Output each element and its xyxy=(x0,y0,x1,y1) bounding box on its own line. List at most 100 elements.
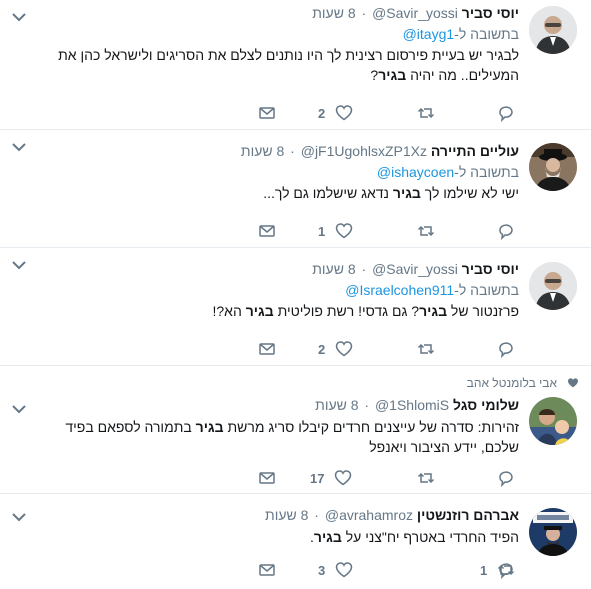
heart-icon xyxy=(335,341,353,357)
reply-mention-link[interactable]: @itayg1 xyxy=(403,26,455,42)
heart-icon xyxy=(335,470,352,486)
like-count: 3 xyxy=(318,562,326,578)
tweet-feed: יוסי סביר @Savir_yossi · 8 שעות בתשובה ל… xyxy=(0,0,591,589)
tweet-header: יוסי סביר @Savir_yossi · 8 שעות xyxy=(312,261,519,277)
tweet[interactable]: אבי בלומנטל אהב שלומי סגל @1ShlomiS · 8 … xyxy=(0,366,591,494)
tweet-text: לבגיר יש בעיית פירסום רצינית לך היו נותנ… xyxy=(58,47,519,83)
retweet-count: 1 xyxy=(480,562,488,578)
direct-message-button[interactable] xyxy=(258,560,276,580)
retweet-icon xyxy=(417,107,435,119)
direct-message-button[interactable] xyxy=(258,468,276,488)
username[interactable]: @jF1UgohlsxZP1Xz xyxy=(301,143,427,159)
like-button[interactable]: 1 xyxy=(318,221,353,241)
tweet-header: יוסי סביר @Savir_yossi · 8 שעות xyxy=(312,5,519,21)
direct-message-button[interactable] xyxy=(258,221,276,241)
tweet-actions: 1 xyxy=(0,221,591,241)
liked-by-context: אבי בלומנטל אהב xyxy=(467,376,578,390)
like-button[interactable]: 2 xyxy=(318,103,353,123)
reply-icon xyxy=(499,106,513,122)
timestamp[interactable]: 8 שעות xyxy=(315,397,358,413)
tweet-text: זהירות: סדרה של עייצנים חרדים קיבלו סריג… xyxy=(65,419,519,455)
like-button[interactable]: 2 xyxy=(318,339,353,359)
like-count: 17 xyxy=(310,470,325,486)
reply-prefix: בתשובה ל- xyxy=(454,282,519,298)
like-button[interactable]: 3 xyxy=(318,560,353,580)
tweet-actions: 17 xyxy=(0,468,591,488)
avatar[interactable] xyxy=(529,508,577,556)
chevron-down-icon[interactable] xyxy=(12,512,26,522)
display-name[interactable]: יוסי סביר xyxy=(462,261,519,277)
reply-prefix: בתשובה ל- xyxy=(454,164,519,180)
avatar[interactable] xyxy=(529,6,577,54)
direct-message-button[interactable] xyxy=(258,103,276,123)
retweet-button[interactable] xyxy=(417,468,435,488)
like-count: 1 xyxy=(318,223,326,239)
timestamp[interactable]: 8 שעות xyxy=(312,5,355,21)
tweet-header: עוליים התיירה @jF1UgohlsxZP1Xz · 8 שעות xyxy=(240,143,519,159)
retweet-button[interactable] xyxy=(417,103,435,123)
display-name[interactable]: עוליים התיירה xyxy=(431,143,519,159)
display-name[interactable]: שלומי סגל xyxy=(453,397,519,413)
tweet-actions: 2 xyxy=(0,339,591,359)
retweet-button[interactable] xyxy=(417,339,435,359)
tweet[interactable]: יוסי סביר @Savir_yossi · 8 שעות בתשובה ל… xyxy=(0,248,591,366)
reply-mention-link[interactable]: @ishaycoen xyxy=(377,164,454,180)
chevron-down-icon[interactable] xyxy=(12,260,26,270)
tweet-header: שלומי סגל @1ShlomiS · 8 שעות xyxy=(315,397,519,413)
tweet-actions: 1 3 xyxy=(0,560,591,580)
reply-prefix: בתשובה ל- xyxy=(454,26,519,42)
tweet-text: פרזנטור של בגיר? גם גדסי! רשת פוליטית בג… xyxy=(212,303,519,319)
heart-icon xyxy=(335,223,353,239)
heart-icon xyxy=(335,562,353,578)
timestamp[interactable]: 8 שעות xyxy=(312,261,355,277)
reply-icon xyxy=(499,342,513,358)
avatar[interactable] xyxy=(529,397,577,445)
avatar[interactable] xyxy=(529,262,577,310)
heart-icon xyxy=(335,105,353,121)
chevron-down-icon[interactable] xyxy=(12,404,26,414)
username[interactable]: @Savir_yossi xyxy=(372,5,458,21)
chevron-down-icon[interactable] xyxy=(12,142,26,152)
like-count: 2 xyxy=(318,341,326,357)
display-name[interactable]: אברהם רוזנשטין xyxy=(417,507,519,523)
reply-icon xyxy=(499,224,513,240)
display-name[interactable]: יוסי סביר xyxy=(462,5,519,21)
envelope-icon xyxy=(259,107,275,119)
envelope-icon xyxy=(259,225,275,237)
tweet-header: אברהם רוזנשטין @avrahamroz · 8 שעות xyxy=(265,507,519,523)
tweet-actions: 2 xyxy=(0,103,591,123)
username[interactable]: @Savir_yossi xyxy=(372,261,458,277)
tweet[interactable]: אברהם רוזנשטין @avrahamroz · 8 שעות הפיד… xyxy=(0,494,591,589)
direct-message-button[interactable] xyxy=(258,339,276,359)
like-count: 2 xyxy=(318,105,326,121)
envelope-icon xyxy=(259,472,275,484)
like-button[interactable]: 17 xyxy=(310,468,352,488)
reply-icon xyxy=(499,471,513,487)
retweet-icon xyxy=(417,225,435,237)
reply-button[interactable] xyxy=(497,221,515,241)
reply-context: בתשובה ל-@Israelcohen911 xyxy=(34,280,519,300)
envelope-icon xyxy=(259,343,275,355)
username[interactable]: @avrahamroz xyxy=(325,507,413,523)
chevron-down-icon[interactable] xyxy=(12,12,26,22)
reply-button[interactable] xyxy=(497,468,515,488)
retweet-icon xyxy=(417,343,435,355)
retweet-icon xyxy=(498,564,515,576)
tweet[interactable]: עוליים התיירה @jF1UgohlsxZP1Xz · 8 שעות … xyxy=(0,130,591,248)
username[interactable]: @1ShlomiS xyxy=(375,397,449,413)
retweet-button[interactable]: 1 xyxy=(480,560,515,580)
reply-button[interactable] xyxy=(497,103,515,123)
liked-by-text[interactable]: אבי בלומנטל אהב xyxy=(467,376,557,390)
retweet-button[interactable] xyxy=(417,221,435,241)
avatar[interactable] xyxy=(529,143,577,191)
reply-mention-link[interactable]: @Israelcohen911 xyxy=(345,282,454,298)
reply-button[interactable] xyxy=(497,339,515,359)
reply-context: בתשובה ל-@ishaycoen xyxy=(34,162,519,182)
timestamp[interactable]: 8 שעות xyxy=(241,143,284,159)
tweet-text: ישי לא שילמו לך בגיר נדאג שישלמו גם לך..… xyxy=(263,185,519,201)
timestamp[interactable]: 8 שעות xyxy=(265,507,308,523)
retweet-icon xyxy=(417,472,435,484)
envelope-icon xyxy=(259,564,275,576)
tweet-text: הפיד החרדי באטרף יח"צני על בגיר. xyxy=(310,529,519,545)
tweet[interactable]: יוסי סביר @Savir_yossi · 8 שעות בתשובה ל… xyxy=(0,0,591,130)
